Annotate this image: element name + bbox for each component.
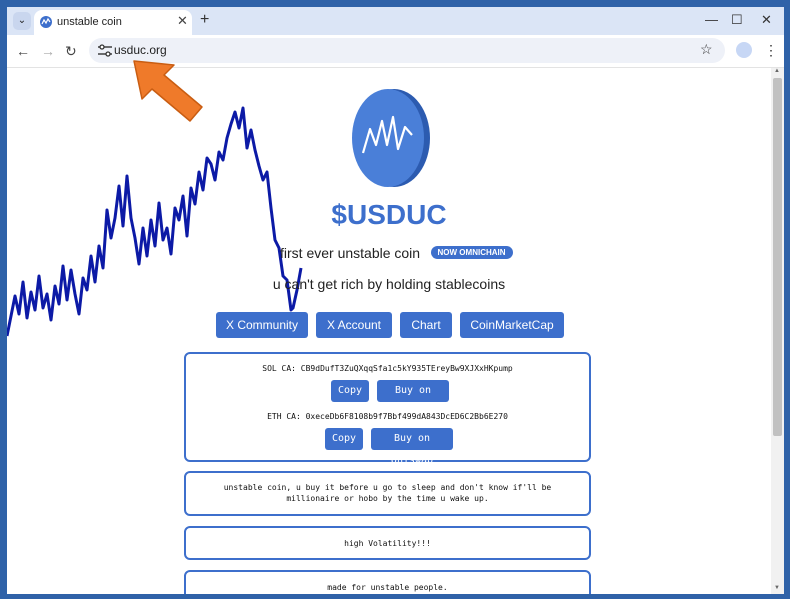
site-favicon-icon: [40, 16, 52, 28]
tagline-row: first ever unstable coin NOW OMNICHAIN: [280, 244, 513, 264]
site-title: $USDUC: [331, 199, 447, 230]
description-line: millionaire or hobo by the time u wake u…: [286, 494, 489, 503]
reload-icon[interactable]: ↻: [65, 43, 77, 59]
chart-button[interactable]: Chart: [400, 312, 452, 338]
sol-copy-button[interactable]: Copy: [331, 380, 369, 402]
made-for-card: made for unstable people.: [184, 570, 591, 594]
scroll-down-icon[interactable]: ▼: [774, 585, 780, 591]
tab-strip: ⌄ unstable coin ✕ + — ☐ ✕: [7, 7, 784, 35]
volatility-card: high Volatility!!!: [184, 526, 591, 560]
x-community-button[interactable]: X Community: [216, 312, 308, 338]
tab-title: unstable coin: [57, 16, 122, 28]
sol-contract-address[interactable]: SOL CA: CB9dDufT3ZuQXqqSfa1c5kY935TEreyB…: [186, 364, 589, 373]
minimize-icon[interactable]: —: [705, 12, 718, 28]
volatility-text: high Volatility!!!: [344, 539, 431, 548]
browser-toolbar: ← → ↻ usduc.org ☆ ⋮: [7, 35, 784, 68]
contract-card: SOL CA: CB9dDufT3ZuQXqqSfa1c5kY935TEreyB…: [184, 352, 591, 466]
omnichain-badge: NOW OMNICHAIN: [430, 246, 513, 260]
tagline: first ever unstable coin: [280, 244, 421, 261]
browser-menu-icon[interactable]: ⋮: [764, 42, 778, 58]
profile-avatar-icon[interactable]: [736, 42, 752, 58]
x-account-button[interactable]: X Account: [316, 312, 392, 338]
eth-copy-button[interactable]: Copy: [325, 428, 363, 450]
scroll-thumb[interactable]: [773, 78, 782, 436]
window-close-icon[interactable]: ✕: [761, 12, 772, 28]
bookmark-star-icon[interactable]: ☆: [700, 41, 713, 58]
buy-on-jup-button[interactable]: Buy on jup.ag: [377, 380, 449, 418]
site-info-icon[interactable]: [97, 44, 113, 57]
new-tab-icon[interactable]: +: [200, 11, 209, 29]
forward-icon[interactable]: →: [41, 43, 55, 59]
eth-contract-address[interactable]: ETH CA: 0xeceDb6F8108b9f7Bbf499dA843DcED…: [186, 412, 589, 421]
url-text[interactable]: usduc.org: [114, 43, 167, 57]
back-icon[interactable]: ←: [16, 43, 30, 59]
coin-logo-icon: [352, 89, 430, 187]
coinmarketcap-button[interactable]: CoinMarketCap: [460, 312, 564, 338]
maximize-icon[interactable]: ☐: [731, 12, 743, 28]
description-line: unstable coin, u buy it before u go to s…: [223, 483, 552, 492]
tab-close-icon[interactable]: ✕: [177, 14, 188, 28]
subtagline: u can't get rich by holding stablecoins: [272, 276, 506, 292]
buy-on-uniswap-button[interactable]: Buy on Uniswap: [371, 428, 453, 466]
tab-unstable-coin[interactable]: unstable coin ✕: [34, 10, 192, 35]
browser-window: ⌄ unstable coin ✕ + — ☐ ✕ ← → ↻ usduc.or…: [7, 7, 784, 594]
page-viewport: $USDUC first ever unstable coin NOW OMNI…: [7, 68, 784, 594]
scroll-up-icon[interactable]: ▲: [774, 68, 780, 74]
made-for-text: made for unstable people.: [327, 583, 448, 592]
orange-pointer-arrow-icon: [133, 60, 203, 122]
description-card: unstable coin, u buy it before u go to s…: [184, 471, 591, 516]
tab-search-chevron-icon[interactable]: ⌄: [13, 12, 31, 30]
page-scrollbar[interactable]: ▲ ▼: [771, 68, 784, 594]
